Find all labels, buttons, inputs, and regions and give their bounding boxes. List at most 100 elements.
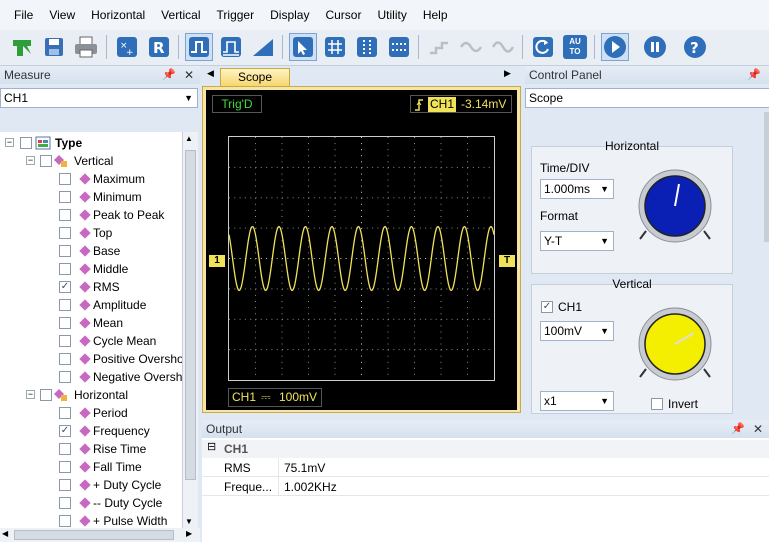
measure-item-icon (79, 173, 91, 185)
item-checkbox[interactable] (59, 461, 71, 473)
vertical-group-checkbox[interactable] (40, 155, 52, 167)
ramp-icon[interactable] (249, 33, 277, 61)
menu-file[interactable]: File (6, 8, 41, 22)
item-checkbox[interactable] (59, 173, 71, 185)
run-icon[interactable] (601, 33, 629, 61)
volts-knob[interactable] (632, 307, 718, 385)
auto-icon[interactable]: AU TO (561, 33, 589, 61)
grid-icon[interactable] (321, 33, 349, 61)
horizontal-group-checkbox[interactable] (40, 389, 52, 401)
collapse-icon[interactable]: ⊟ (207, 440, 216, 453)
volts-select[interactable]: 100mV ▼ (540, 321, 614, 341)
pulse-step-icon[interactable] (217, 33, 245, 61)
channel-marker[interactable]: 1 (209, 255, 225, 267)
scroll-down-icon[interactable]: ▼ (185, 517, 193, 526)
grid-dot (244, 318, 246, 320)
tree-scrollbar[interactable]: ▲ ▼ (182, 132, 198, 528)
grid-dot (244, 349, 246, 351)
item-checkbox[interactable] (59, 191, 71, 203)
menu-vertical[interactable]: Vertical (153, 8, 208, 22)
ch1-checkbox[interactable]: ✓ (541, 301, 553, 313)
menu-view[interactable]: View (41, 8, 83, 22)
output-row[interactable]: RMS 75.1mV (202, 458, 769, 477)
item-checkbox[interactable] (59, 479, 71, 491)
item-checkbox[interactable] (59, 443, 71, 455)
pause-icon[interactable] (641, 33, 669, 61)
control-panel-scrollbar[interactable] (764, 112, 769, 242)
tab-right-icon[interactable]: ▶ (504, 68, 511, 79)
grid-dot (308, 197, 310, 199)
invert-checkbox[interactable] (651, 398, 663, 410)
grid-dot (488, 288, 490, 290)
pulse-mode-icon[interactable] (185, 33, 213, 61)
item-checkbox[interactable] (59, 209, 71, 221)
measure-channel-select[interactable]: CH1 ▼ (0, 88, 198, 108)
grid-dot (425, 227, 427, 229)
sine-wave-2-icon[interactable] (489, 33, 517, 61)
close-icon[interactable]: ✕ (184, 66, 194, 84)
output-row[interactable]: Freque... 1.002KHz (202, 477, 769, 496)
collapse-icon[interactable]: − (26, 390, 35, 399)
print-icon[interactable] (72, 33, 100, 61)
probe-select[interactable]: x1 ▼ (540, 391, 614, 411)
control-panel-selector[interactable]: Scope (525, 88, 769, 108)
item-checkbox[interactable]: ✓ (59, 425, 71, 437)
format-select[interactable]: Y-T ▼ (540, 231, 614, 251)
menu-utility[interactable]: Utility (369, 8, 414, 22)
output-group-row[interactable]: ⊟ CH1 (202, 440, 769, 458)
scroll-right-icon[interactable]: ▶ (186, 529, 192, 538)
scroll-thumb[interactable] (185, 150, 196, 480)
tree-hscrollbar[interactable]: ◀ ▶ (0, 528, 200, 542)
time-knob[interactable] (632, 169, 718, 247)
pin-icon[interactable]: 📌 (731, 420, 745, 438)
item-checkbox[interactable] (59, 317, 71, 329)
help-icon[interactable]: ? (681, 33, 709, 61)
grid-dot (409, 258, 411, 259)
step-wave-icon[interactable] (425, 33, 453, 61)
scope-screen[interactable] (228, 136, 495, 381)
item-checkbox[interactable] (59, 227, 71, 239)
grid-dot (467, 288, 469, 290)
menu-help[interactable]: Help (415, 8, 456, 22)
collapse-icon[interactable]: − (26, 156, 35, 165)
pin-icon[interactable]: 📌 (162, 66, 176, 84)
save-icon[interactable] (40, 33, 68, 61)
item-checkbox[interactable] (59, 335, 71, 347)
tab-scope[interactable]: Scope (220, 68, 290, 86)
scroll-up-icon[interactable]: ▲ (185, 134, 193, 143)
menu-horizontal[interactable]: Horizontal (83, 8, 153, 22)
menu-display[interactable]: Display (262, 8, 317, 22)
item-checkbox[interactable] (59, 515, 71, 527)
item-checkbox[interactable] (59, 497, 71, 509)
grid-dot (472, 166, 474, 168)
item-checkbox[interactable]: ✓ (59, 281, 71, 293)
tab-left-icon[interactable]: ◀ (207, 68, 214, 79)
measure-add-icon[interactable]: × + (113, 33, 141, 61)
scroll-left-icon[interactable]: ◀ (2, 529, 8, 538)
pointer-icon[interactable] (289, 33, 317, 61)
open-icon[interactable] (8, 33, 36, 61)
item-checkbox[interactable] (59, 407, 71, 419)
collapse-icon[interactable]: − (5, 138, 14, 147)
item-checkbox[interactable] (59, 299, 71, 311)
item-checkbox[interactable] (59, 371, 71, 383)
menu-trigger[interactable]: Trigger (209, 8, 263, 22)
cursor-horizontal-icon[interactable] (385, 33, 413, 61)
root-checkbox[interactable] (20, 137, 32, 149)
item-checkbox[interactable] (59, 353, 71, 365)
pin-icon[interactable]: 📌 (747, 66, 761, 84)
cursor-vertical-icon[interactable] (353, 33, 381, 61)
item-checkbox[interactable] (59, 245, 71, 257)
time-div-select[interactable]: 1.000ms ▼ (540, 179, 614, 199)
ref-icon[interactable]: R (145, 33, 173, 61)
grid-dot (440, 294, 442, 296)
grid-dot (255, 258, 257, 259)
sine-wave-icon[interactable] (457, 33, 485, 61)
item-checkbox[interactable] (59, 263, 71, 275)
close-icon[interactable]: ✕ (753, 420, 763, 438)
hscroll-thumb[interactable] (14, 530, 174, 540)
menu-cursor[interactable]: Cursor (317, 8, 369, 22)
trigger-marker[interactable]: T (499, 255, 515, 267)
grid-dot (292, 349, 294, 351)
rotate-icon[interactable] (529, 33, 557, 61)
